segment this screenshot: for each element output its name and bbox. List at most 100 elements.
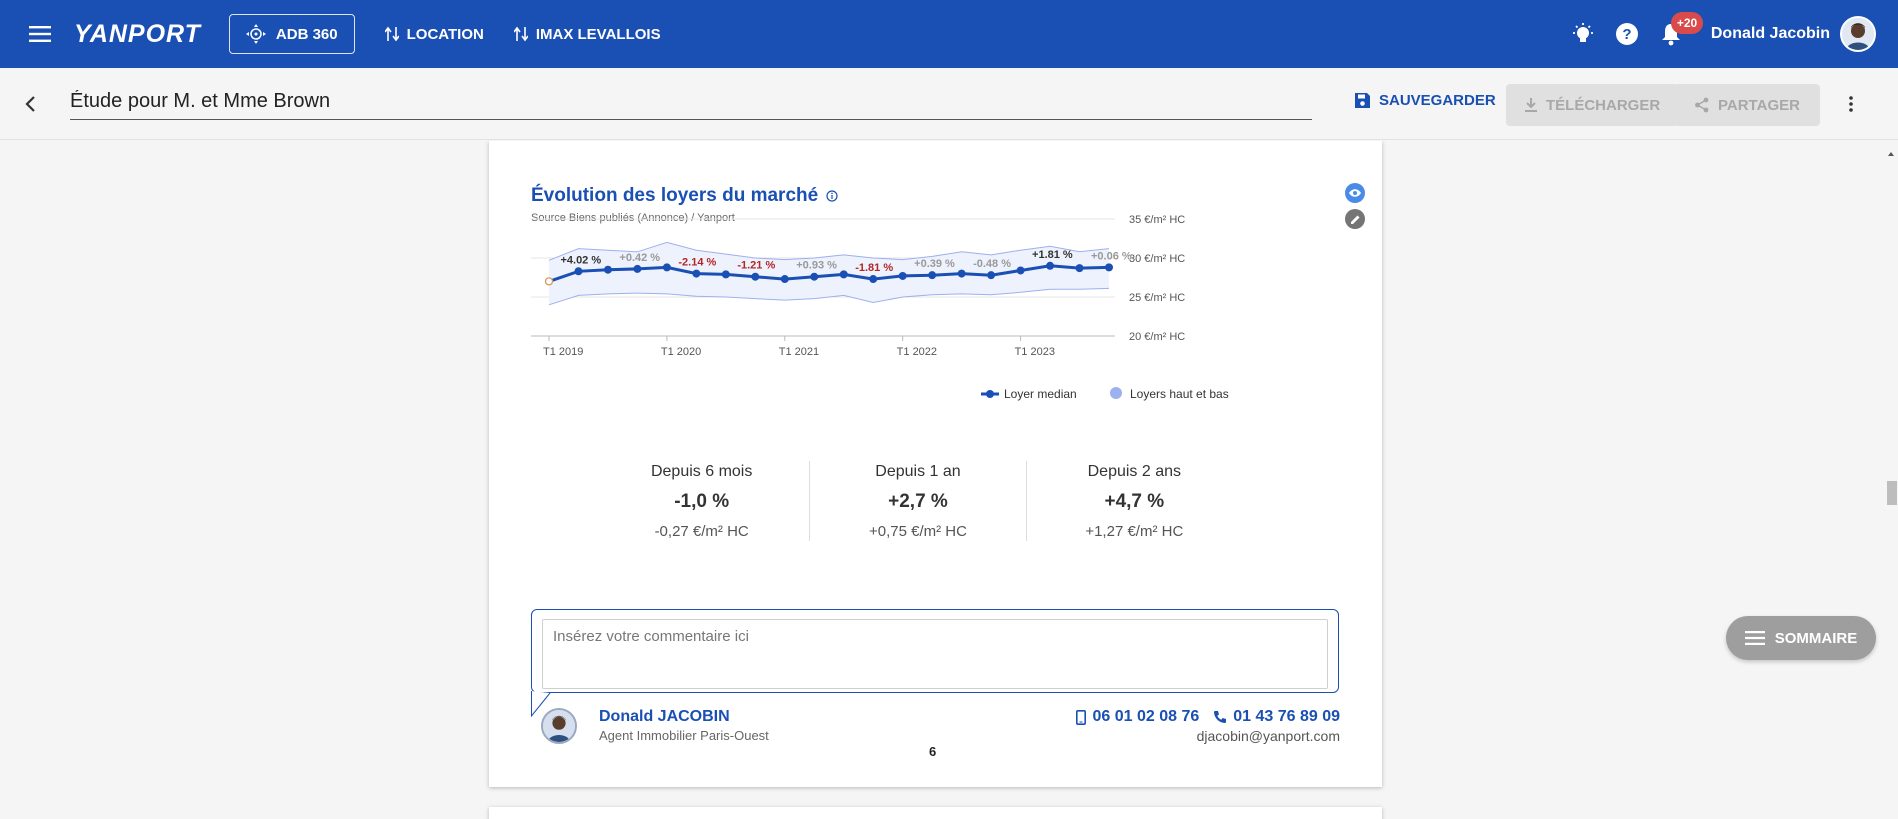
variation-label: +0.42 % bbox=[619, 252, 660, 264]
next-report-page bbox=[489, 807, 1382, 819]
x-tick-label: T1 2023 bbox=[1015, 346, 1055, 358]
y-tick-label: 20 €/m² HC bbox=[1129, 331, 1185, 343]
agent-name: Donald JACOBIN bbox=[599, 708, 730, 725]
median-point bbox=[574, 267, 583, 276]
y-tick-label: 25 €/m² HC bbox=[1129, 292, 1185, 304]
adb-360-button[interactable]: ADB 360 bbox=[228, 14, 355, 54]
comment-input[interactable] bbox=[542, 619, 1328, 689]
median-point bbox=[810, 272, 819, 281]
brand-text: YANPORT bbox=[74, 19, 201, 48]
stat-2-years: Depuis 2 ans +4,7 % +1,27 €/m² HC bbox=[1027, 461, 1242, 541]
scroll-up-arrow-icon[interactable] bbox=[1884, 147, 1898, 161]
scroll-thumb[interactable] bbox=[1887, 481, 1897, 505]
variation-label: -1.81 % bbox=[855, 262, 893, 274]
rent-evolution-chart: 35 €/m² HC 30 €/m² HC 25 €/m² HC 20 €/m² HC… bbox=[531, 214, 1229, 401]
download-button[interactable]: TÉLÉCHARGER bbox=[1506, 84, 1679, 126]
agent-mobile[interactable]: 06 01 02 08 76 bbox=[1076, 708, 1199, 726]
vertical-scrollbar[interactable] bbox=[1884, 141, 1898, 819]
agent-phone-number: 01 43 76 89 09 bbox=[1233, 708, 1340, 725]
report-scroll-area[interactable]: Évolution des loyers du marché Source Bi… bbox=[0, 141, 1898, 819]
menu-icon[interactable] bbox=[20, 14, 60, 54]
variation-label: -0.48 % bbox=[973, 258, 1011, 270]
app-bar: YANPORT ADB 360 LOCATION IMAX LEVALLOIS … bbox=[0, 0, 1898, 68]
notifications-button[interactable]: +20 bbox=[1649, 12, 1704, 56]
agent-role: Agent Immobilier Paris-Ouest bbox=[599, 728, 769, 743]
legend-band-label: Loyers haut et bas bbox=[1130, 387, 1229, 401]
stat-period: Depuis 2 ans bbox=[1087, 463, 1182, 480]
x-tick-label: T1 2022 bbox=[897, 346, 937, 358]
comment-bubble bbox=[531, 609, 1339, 693]
user-avatar[interactable] bbox=[1840, 16, 1876, 52]
x-tick-label: T1 2020 bbox=[661, 346, 701, 358]
median-point bbox=[780, 275, 789, 284]
median-point bbox=[633, 264, 642, 273]
x-tick-label: T1 2019 bbox=[543, 346, 583, 358]
study-title-input[interactable] bbox=[70, 84, 1312, 120]
variation-label: -1.21 % bbox=[737, 260, 775, 272]
menu-icon bbox=[1744, 631, 1765, 645]
download-icon bbox=[1525, 98, 1537, 112]
swap-vertical-icon bbox=[384, 26, 399, 42]
median-point bbox=[987, 271, 996, 280]
report-page: Évolution des loyers du marché Source Bi… bbox=[489, 141, 1382, 787]
stat-6-months: Depuis 6 mois -1,0 % -0,27 €/m² HC bbox=[594, 461, 811, 541]
stat-percent: +4,7 % bbox=[1104, 491, 1165, 512]
adb-360-label: ADB 360 bbox=[275, 25, 338, 43]
save-button[interactable]: SAUVEGARDER bbox=[1354, 92, 1496, 109]
y-tick-label: 30 €/m² HC bbox=[1129, 253, 1185, 265]
median-point bbox=[869, 275, 878, 284]
lightbulb-icon[interactable] bbox=[1561, 12, 1605, 56]
variation-label: +0.06 % bbox=[1091, 250, 1132, 262]
share-icon bbox=[1695, 97, 1709, 113]
back-arrow-icon[interactable] bbox=[14, 88, 46, 120]
phone-icon bbox=[1214, 711, 1227, 723]
median-point bbox=[692, 269, 701, 278]
variation-label: +1.81 % bbox=[1032, 249, 1073, 261]
more-vertical-icon[interactable] bbox=[1836, 88, 1866, 120]
stat-period: Depuis 1 an bbox=[875, 463, 961, 480]
median-point bbox=[839, 270, 848, 279]
nav-imax-levallois-label: IMAX LEVALLOIS bbox=[535, 25, 661, 43]
brand-logo[interactable]: YANPORT bbox=[74, 20, 201, 49]
nav-imax-levallois[interactable]: IMAX LEVALLOIS bbox=[513, 25, 661, 43]
median-point bbox=[1016, 266, 1025, 275]
stat-absolute: -0,27 €/m² HC bbox=[654, 523, 749, 540]
variation-label: +0.39 % bbox=[914, 258, 955, 270]
page-number: 6 bbox=[929, 744, 937, 759]
share-label: PARTAGER bbox=[1718, 96, 1800, 114]
median-point bbox=[957, 269, 966, 278]
stat-percent: -1,0 % bbox=[674, 491, 730, 512]
agent-landline[interactable]: 01 43 76 89 09 bbox=[1213, 708, 1340, 726]
stat-period: Depuis 6 mois bbox=[650, 463, 753, 480]
median-point bbox=[1046, 261, 1055, 270]
summary-button[interactable]: SOMMAIRE bbox=[1726, 616, 1876, 660]
agent-email[interactable]: djacobin@yanport.com bbox=[1197, 728, 1340, 744]
user-name[interactable]: Donald Jacobin bbox=[1711, 25, 1830, 43]
y-tick-label: 35 €/m² HC bbox=[1129, 214, 1185, 226]
help-icon[interactable]: ? bbox=[1605, 12, 1649, 56]
download-label: TÉLÉCHARGER bbox=[1546, 96, 1661, 114]
median-point bbox=[603, 265, 612, 274]
x-tick-label: T1 2021 bbox=[779, 346, 819, 358]
variation-label: +4.02 % bbox=[560, 254, 601, 266]
median-point bbox=[544, 277, 554, 286]
stat-percent: +2,7 % bbox=[888, 491, 948, 512]
share-button[interactable]: PARTAGER bbox=[1674, 84, 1820, 126]
variation-label: -2.14 % bbox=[678, 257, 716, 269]
study-toolbar: SAUVEGARDER TÉLÉCHARGER PARTAGER bbox=[0, 68, 1898, 140]
floppy-disk-icon bbox=[1355, 93, 1370, 108]
legend-median-label: Loyer median bbox=[1004, 387, 1077, 401]
median-point bbox=[1075, 264, 1084, 273]
nav-location-label: LOCATION bbox=[406, 25, 484, 43]
median-point bbox=[928, 271, 937, 280]
agent-avatar bbox=[541, 708, 577, 744]
save-label: SAUVEGARDER bbox=[1379, 92, 1496, 109]
stat-absolute: +0,75 €/m² HC bbox=[869, 523, 967, 540]
median-point bbox=[898, 271, 907, 280]
nav-location[interactable]: LOCATION bbox=[384, 25, 484, 43]
variation-label: +0.93 % bbox=[796, 260, 837, 272]
stat-absolute: +1,27 €/m² HC bbox=[1085, 523, 1184, 540]
svg-text:?: ? bbox=[1622, 26, 1631, 43]
smartphone-icon bbox=[1076, 709, 1087, 725]
median-point bbox=[1105, 263, 1113, 272]
